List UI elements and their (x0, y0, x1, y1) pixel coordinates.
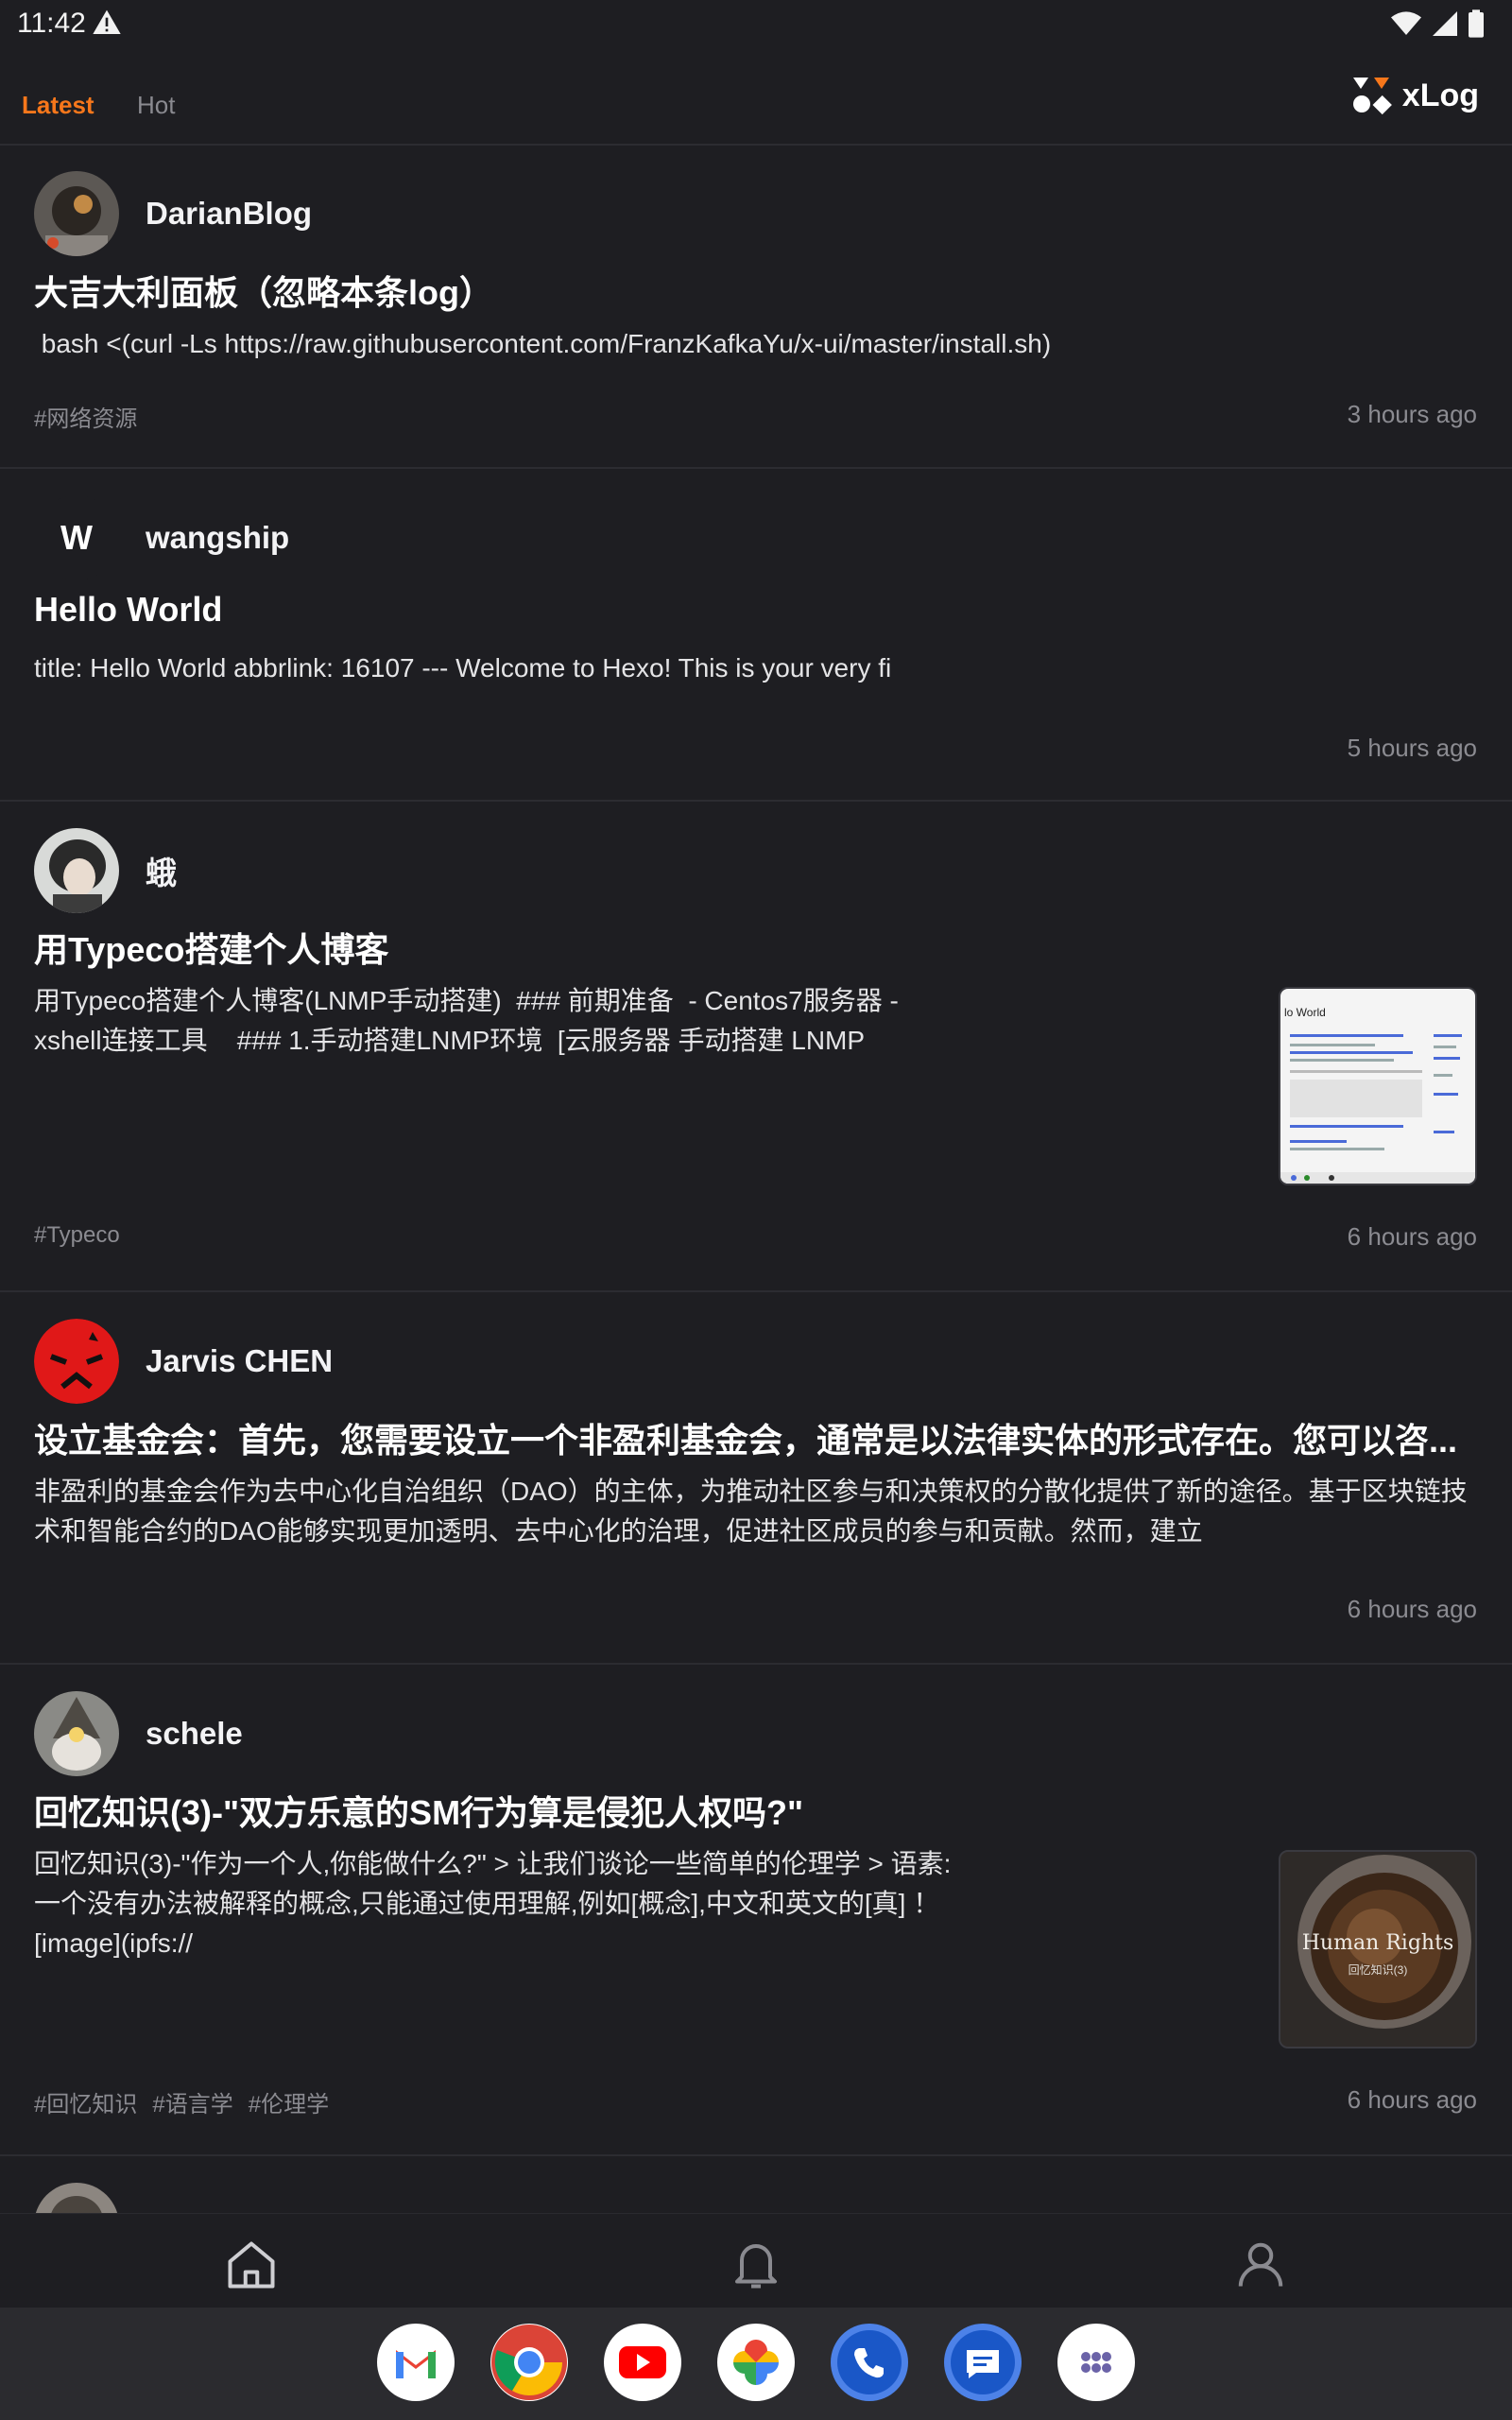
post-title[interactable]: 大吉大利面板（忽略本条log） (34, 266, 493, 315)
post-author[interactable]: DarianBlog (34, 171, 312, 256)
post-excerpt: title: Hello World abbrlink: 16107 --- W… (34, 653, 892, 683)
excerpt-line: 非盈利的基金会作为去中心化自治组织（DAO）的主体，为推动社区参与和决策权的分散… (34, 1477, 1468, 1506)
thumbnail-title: Human Rights (1301, 1931, 1454, 1955)
brand-logo: xLog (1351, 76, 1479, 115)
author-name: DarianBlog (146, 196, 313, 231)
post-author[interactable]: W wangship (34, 495, 289, 580)
wifi-icon (1391, 11, 1421, 36)
avatar-letter: W (60, 518, 93, 557)
bottom-navigation (0, 2213, 1512, 2308)
author-name: Jarvis CHEN (146, 1343, 334, 1378)
thumbnail-caption: lo World (1284, 1006, 1326, 1019)
post-excerpt: 非盈利的基金会作为去中心化自治组织（DAO）的主体，为推动社区参与和决策权的分散… (34, 1472, 1489, 1551)
post-card[interactable]: 蛾 用Typeco搭建个人博客 用Typeco搭建个人博客(LNMP手动搭建) … (0, 802, 1512, 1292)
post-time: 5 hours ago (1347, 734, 1477, 762)
post-feed: DarianBlog 大吉大利面板（忽略本条log） bash <(curl -… (0, 145, 1512, 2213)
post-tags: #Typeco (34, 1222, 120, 1249)
top-bar: Latest Hot xLog (0, 47, 1512, 146)
avatar (34, 171, 119, 256)
brand-name: xLog (1401, 77, 1479, 113)
status-time: 11:42 (17, 8, 86, 39)
post-card[interactable]: W wangship Hello World title: Hello Worl… (0, 469, 1512, 802)
post-card[interactable] (0, 2156, 1512, 2213)
app-dock (0, 2308, 1512, 2420)
post-time: 6 hours ago (1347, 1222, 1477, 1251)
author-name: 蛾 (146, 856, 177, 890)
system-icons (1391, 9, 1484, 38)
post-time: 3 hours ago (1347, 400, 1477, 428)
tag[interactable]: #伦理学 (249, 2085, 329, 2118)
youtube-icon[interactable] (604, 2324, 681, 2401)
profile-icon[interactable] (1232, 2237, 1289, 2293)
post-author[interactable] (34, 2183, 119, 2213)
messages-icon[interactable] (944, 2324, 1022, 2401)
post-excerpt: 用Typeco搭建个人博客(LNMP手动搭建) ### 前期准备 - Cento… (34, 981, 1225, 1061)
tab-hot[interactable]: Hot (137, 91, 175, 120)
gmail-icon[interactable] (377, 2324, 455, 2401)
post-title[interactable]: 设立基金会：首先，您需要设立一个非盈利基金会，通常是以法律实体的形式存在。您可以… (34, 1413, 1480, 1462)
battery-icon (1469, 9, 1484, 38)
post-thumbnail[interactable]: lo World (1279, 987, 1477, 1185)
tag[interactable]: #语言学 (152, 2085, 232, 2118)
avatar (34, 1319, 119, 1404)
author-name: schele (146, 1716, 243, 1751)
alert-icon (93, 9, 121, 34)
avatar (34, 828, 119, 913)
home-icon[interactable] (223, 2237, 280, 2293)
excerpt-line: 用Typeco搭建个人博客(LNMP手动搭建) ### 前期准备 - Cento… (34, 986, 899, 1015)
post-card[interactable]: DarianBlog 大吉大利面板（忽略本条log） bash <(curl -… (0, 145, 1512, 469)
post-author[interactable]: 蛾 (34, 828, 177, 913)
status-bar: 11:42 (0, 0, 1512, 47)
thumbnail-subtitle: 回忆知识(3) (1348, 1963, 1408, 1977)
signal-icon (1433, 11, 1457, 36)
post-thumbnail[interactable]: Human Rights 回忆知识(3) (1279, 1850, 1477, 2048)
chrome-icon[interactable] (490, 2324, 568, 2401)
bell-icon[interactable] (728, 2237, 784, 2293)
post-card[interactable]: schele 回忆知识(3)-"双方乐意的SM行为算是侵犯人权吗?" 回忆知识(… (0, 1665, 1512, 2156)
post-card[interactable]: Jarvis CHEN 设立基金会：首先，您需要设立一个非盈利基金会，通常是以法… (0, 1292, 1512, 1665)
author-name: wangship (146, 520, 290, 555)
post-time: 6 hours ago (1347, 2085, 1477, 2114)
post-author[interactable]: Jarvis CHEN (34, 1319, 333, 1404)
post-author[interactable]: schele (34, 1691, 243, 1776)
post-tags: #回忆知识 #语言学 #伦理学 (34, 2085, 329, 2118)
tag[interactable]: #网络资源 (34, 400, 137, 433)
excerpt-line: 回忆知识(3)-"作为一个人,你能做什么?" > 让我们谈论一些简单的伦理学 >… (34, 1849, 952, 1878)
tag[interactable]: #Typeco (34, 1222, 120, 1249)
excerpt-line: 术和智能合约的DAO能够实现更加透明、去中心化的治理，促进社区成员的参与和贡献。… (34, 1516, 1203, 1546)
photos-icon[interactable] (717, 2324, 795, 2401)
xlog-logo-icon (1352, 78, 1392, 115)
post-time: 6 hours ago (1347, 1595, 1477, 1623)
app-drawer-icon[interactable] (1057, 2324, 1135, 2401)
post-title[interactable]: 回忆知识(3)-"双方乐意的SM行为算是侵犯人权吗?" (34, 1786, 803, 1835)
post-title[interactable]: Hello World (34, 590, 222, 630)
avatar (34, 1691, 119, 1776)
avatar: W (34, 495, 119, 580)
excerpt-line: [image](ipfs:// (34, 1928, 194, 1958)
post-title[interactable]: 用Typeco搭建个人博客 (34, 923, 388, 972)
excerpt-line: 一个没有办法被解释的概念,只能通过使用理解,例如[概念],中文和英文的[真] ！ (34, 1889, 940, 1918)
tab-latest[interactable]: Latest (22, 91, 94, 120)
post-tags: #网络资源 (34, 400, 137, 433)
post-excerpt: 回忆知识(3)-"作为一个人,你能做什么?" > 让我们谈论一些简单的伦理学 >… (34, 1844, 1225, 1963)
excerpt-line: xshell连接工具 ### 1.手动搭建LNMP环境 [云服务器 手动搭建 L… (34, 1026, 866, 1055)
tag[interactable]: #回忆知识 (34, 2085, 137, 2118)
avatar (34, 2183, 119, 2213)
phone-icon[interactable] (831, 2324, 908, 2401)
post-excerpt: bash <(curl -Ls https://raw.githubuserco… (34, 329, 1052, 358)
